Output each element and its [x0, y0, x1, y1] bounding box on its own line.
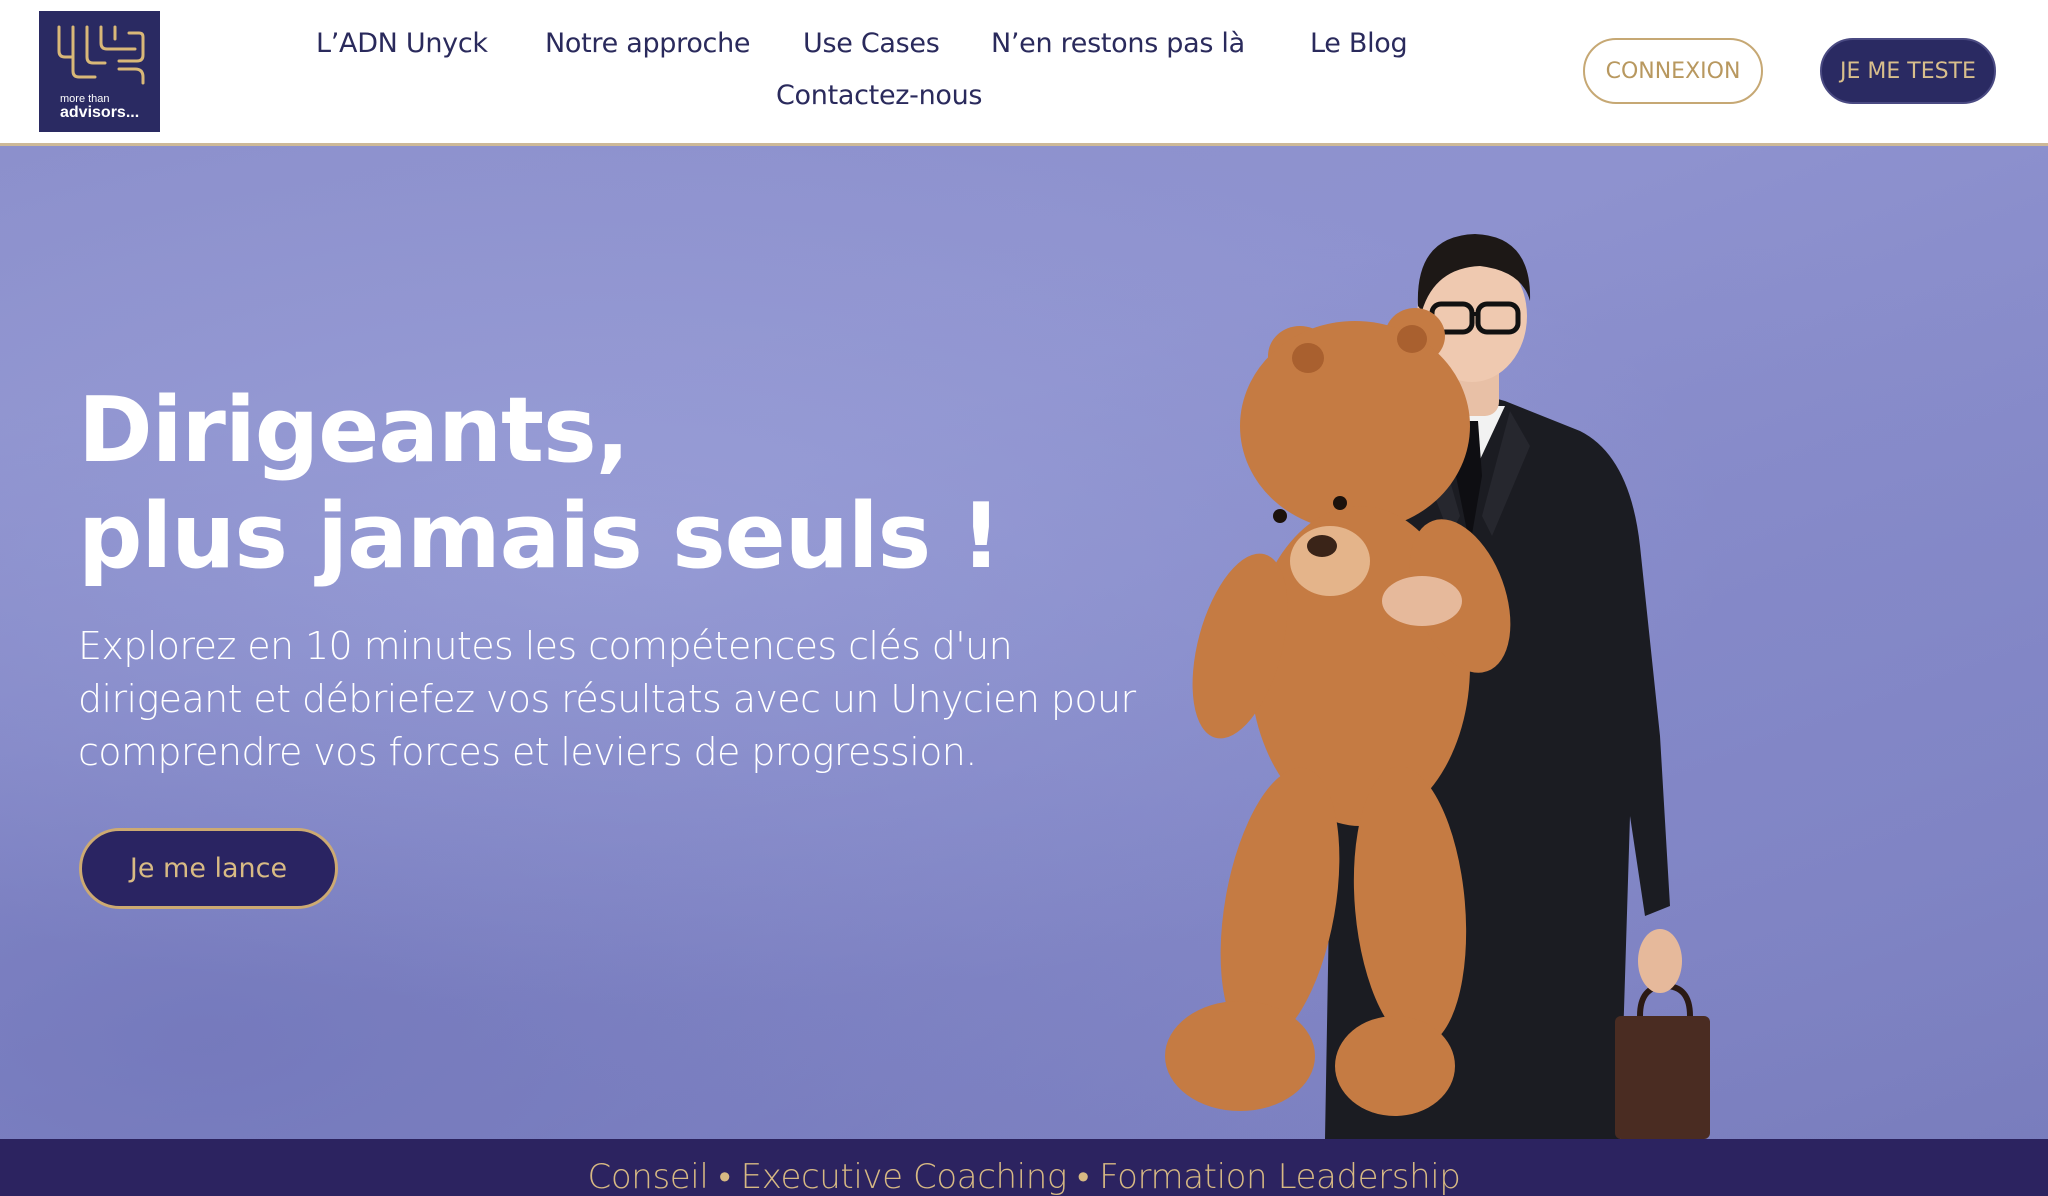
hero-title-line-1: Dirigeants,	[78, 378, 630, 483]
hero-title: Dirigeants, plus jamais seuls !	[78, 378, 1138, 590]
nav-item-use-cases[interactable]: Use Cases	[803, 28, 940, 59]
start-test-button[interactable]: Je me lance	[79, 828, 338, 909]
unyck-logo[interactable]: more than advisors...	[39, 11, 160, 132]
logo-name: advisors...	[60, 104, 140, 121]
hero-section: Dirigeants, plus jamais seuls ! Explorez…	[0, 146, 2048, 1139]
hero-description: Explorez en 10 minutes les compétences c…	[78, 624, 1136, 774]
site-header: more than advisors... L’ADN Unyck Notre …	[0, 0, 2048, 146]
nav-item-notre-approche[interactable]: Notre approche	[545, 28, 751, 59]
services-band: Conseil • Executive Coaching • Formation…	[0, 1139, 2048, 1196]
test-yourself-button[interactable]: JE ME TESTE	[1820, 38, 1996, 104]
nav-item-nen-restons-pas-la[interactable]: N’en restons pas là	[991, 28, 1245, 59]
nav-item-contactez-nous[interactable]: Contactez-nous	[776, 80, 982, 111]
nav-item-le-blog[interactable]: Le Blog	[1310, 28, 1408, 59]
services-text: Conseil • Executive Coaching • Formation…	[587, 1157, 1461, 1196]
businessman-with-teddy-bear-image	[1165, 234, 1710, 1139]
nav-item-adn-unyck[interactable]: L’ADN Unyck	[316, 28, 488, 59]
login-button[interactable]: CONNEXION	[1583, 38, 1763, 104]
hero-title-line-2: plus jamais seuls !	[78, 484, 1002, 589]
